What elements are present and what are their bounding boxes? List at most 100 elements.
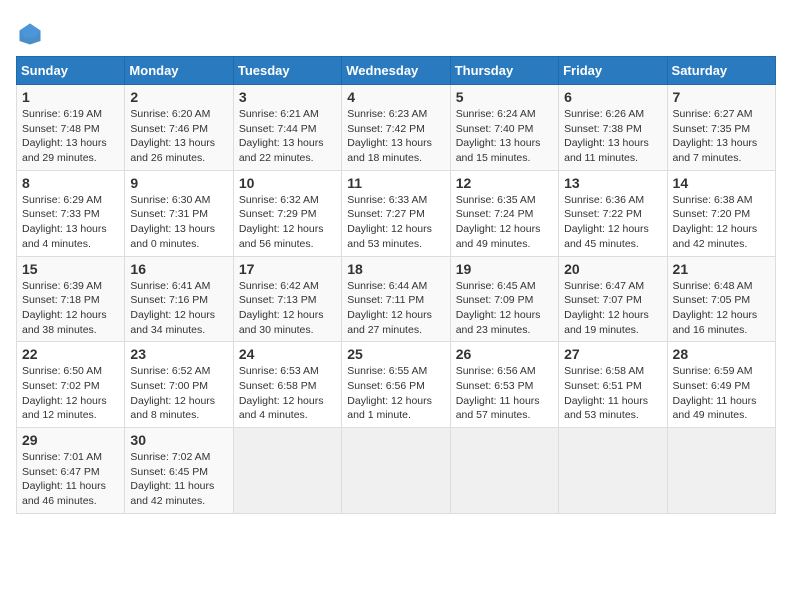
page-header — [16, 16, 776, 48]
calendar-cell: 30 Sunrise: 7:02 AMSunset: 6:45 PMDaylig… — [125, 428, 233, 514]
day-number: 22 — [22, 346, 119, 362]
day-info: Sunrise: 6:23 AMSunset: 7:42 PMDaylight:… — [347, 107, 444, 166]
calendar-cell — [667, 428, 775, 514]
day-info: Sunrise: 6:56 AMSunset: 6:53 PMDaylight:… — [456, 364, 553, 423]
day-info: Sunrise: 6:39 AMSunset: 7:18 PMDaylight:… — [22, 279, 119, 338]
day-number: 20 — [564, 261, 661, 277]
day-number: 18 — [347, 261, 444, 277]
calendar-cell: 18 Sunrise: 6:44 AMSunset: 7:11 PMDaylig… — [342, 256, 450, 342]
calendar-cell: 24 Sunrise: 6:53 AMSunset: 6:58 PMDaylig… — [233, 342, 341, 428]
day-number: 1 — [22, 89, 119, 105]
day-number: 29 — [22, 432, 119, 448]
day-info: Sunrise: 6:27 AMSunset: 7:35 PMDaylight:… — [673, 107, 770, 166]
day-info: Sunrise: 6:19 AMSunset: 7:48 PMDaylight:… — [22, 107, 119, 166]
calendar-cell — [450, 428, 558, 514]
day-header-saturday: Saturday — [667, 57, 775, 85]
calendar-cell: 8 Sunrise: 6:29 AMSunset: 7:33 PMDayligh… — [17, 170, 125, 256]
calendar-cell: 3 Sunrise: 6:21 AMSunset: 7:44 PMDayligh… — [233, 85, 341, 171]
calendar-cell: 13 Sunrise: 6:36 AMSunset: 7:22 PMDaylig… — [559, 170, 667, 256]
day-info: Sunrise: 6:38 AMSunset: 7:20 PMDaylight:… — [673, 193, 770, 252]
day-number: 26 — [456, 346, 553, 362]
calendar-cell: 21 Sunrise: 6:48 AMSunset: 7:05 PMDaylig… — [667, 256, 775, 342]
day-number: 27 — [564, 346, 661, 362]
calendar-cell — [233, 428, 341, 514]
calendar-table: SundayMondayTuesdayWednesdayThursdayFrid… — [16, 56, 776, 514]
day-info: Sunrise: 6:41 AMSunset: 7:16 PMDaylight:… — [130, 279, 227, 338]
day-number: 24 — [239, 346, 336, 362]
day-info: Sunrise: 6:44 AMSunset: 7:11 PMDaylight:… — [347, 279, 444, 338]
day-number: 10 — [239, 175, 336, 191]
calendar-cell: 27 Sunrise: 6:58 AMSunset: 6:51 PMDaylig… — [559, 342, 667, 428]
calendar-cell: 5 Sunrise: 6:24 AMSunset: 7:40 PMDayligh… — [450, 85, 558, 171]
day-info: Sunrise: 6:35 AMSunset: 7:24 PMDaylight:… — [456, 193, 553, 252]
calendar-cell: 12 Sunrise: 6:35 AMSunset: 7:24 PMDaylig… — [450, 170, 558, 256]
calendar-cell: 11 Sunrise: 6:33 AMSunset: 7:27 PMDaylig… — [342, 170, 450, 256]
day-number: 9 — [130, 175, 227, 191]
day-number: 14 — [673, 175, 770, 191]
day-number: 30 — [130, 432, 227, 448]
day-number: 6 — [564, 89, 661, 105]
day-info: Sunrise: 6:59 AMSunset: 6:49 PMDaylight:… — [673, 364, 770, 423]
day-info: Sunrise: 6:29 AMSunset: 7:33 PMDaylight:… — [22, 193, 119, 252]
calendar-cell: 4 Sunrise: 6:23 AMSunset: 7:42 PMDayligh… — [342, 85, 450, 171]
day-info: Sunrise: 7:02 AMSunset: 6:45 PMDaylight:… — [130, 450, 227, 509]
logo-icon — [16, 20, 44, 48]
calendar-cell: 2 Sunrise: 6:20 AMSunset: 7:46 PMDayligh… — [125, 85, 233, 171]
calendar-cell: 16 Sunrise: 6:41 AMSunset: 7:16 PMDaylig… — [125, 256, 233, 342]
calendar-cell — [342, 428, 450, 514]
calendar-week-2: 8 Sunrise: 6:29 AMSunset: 7:33 PMDayligh… — [17, 170, 776, 256]
calendar-cell: 28 Sunrise: 6:59 AMSunset: 6:49 PMDaylig… — [667, 342, 775, 428]
day-number: 13 — [564, 175, 661, 191]
day-number: 3 — [239, 89, 336, 105]
day-number: 7 — [673, 89, 770, 105]
day-info: Sunrise: 6:32 AMSunset: 7:29 PMDaylight:… — [239, 193, 336, 252]
day-info: Sunrise: 6:21 AMSunset: 7:44 PMDaylight:… — [239, 107, 336, 166]
day-number: 16 — [130, 261, 227, 277]
day-header-tuesday: Tuesday — [233, 57, 341, 85]
calendar-week-5: 29 Sunrise: 7:01 AMSunset: 6:47 PMDaylig… — [17, 428, 776, 514]
calendar-cell: 26 Sunrise: 6:56 AMSunset: 6:53 PMDaylig… — [450, 342, 558, 428]
day-number: 2 — [130, 89, 227, 105]
day-info: Sunrise: 7:01 AMSunset: 6:47 PMDaylight:… — [22, 450, 119, 509]
calendar-cell: 23 Sunrise: 6:52 AMSunset: 7:00 PMDaylig… — [125, 342, 233, 428]
day-number: 11 — [347, 175, 444, 191]
day-number: 28 — [673, 346, 770, 362]
day-info: Sunrise: 6:42 AMSunset: 7:13 PMDaylight:… — [239, 279, 336, 338]
calendar-cell — [559, 428, 667, 514]
calendar-week-1: 1 Sunrise: 6:19 AMSunset: 7:48 PMDayligh… — [17, 85, 776, 171]
day-header-sunday: Sunday — [17, 57, 125, 85]
day-header-thursday: Thursday — [450, 57, 558, 85]
day-info: Sunrise: 6:24 AMSunset: 7:40 PMDaylight:… — [456, 107, 553, 166]
day-number: 23 — [130, 346, 227, 362]
day-number: 4 — [347, 89, 444, 105]
day-header-friday: Friday — [559, 57, 667, 85]
logo — [16, 20, 48, 48]
day-number: 5 — [456, 89, 553, 105]
day-info: Sunrise: 6:48 AMSunset: 7:05 PMDaylight:… — [673, 279, 770, 338]
day-number: 12 — [456, 175, 553, 191]
day-number: 21 — [673, 261, 770, 277]
calendar-cell: 10 Sunrise: 6:32 AMSunset: 7:29 PMDaylig… — [233, 170, 341, 256]
day-info: Sunrise: 6:26 AMSunset: 7:38 PMDaylight:… — [564, 107, 661, 166]
calendar-cell: 9 Sunrise: 6:30 AMSunset: 7:31 PMDayligh… — [125, 170, 233, 256]
day-info: Sunrise: 6:58 AMSunset: 6:51 PMDaylight:… — [564, 364, 661, 423]
calendar-cell: 22 Sunrise: 6:50 AMSunset: 7:02 PMDaylig… — [17, 342, 125, 428]
day-number: 17 — [239, 261, 336, 277]
day-number: 15 — [22, 261, 119, 277]
day-info: Sunrise: 6:55 AMSunset: 6:56 PMDaylight:… — [347, 364, 444, 423]
day-header-monday: Monday — [125, 57, 233, 85]
calendar-cell: 25 Sunrise: 6:55 AMSunset: 6:56 PMDaylig… — [342, 342, 450, 428]
calendar-header-row: SundayMondayTuesdayWednesdayThursdayFrid… — [17, 57, 776, 85]
day-header-wednesday: Wednesday — [342, 57, 450, 85]
day-info: Sunrise: 6:33 AMSunset: 7:27 PMDaylight:… — [347, 193, 444, 252]
calendar-week-3: 15 Sunrise: 6:39 AMSunset: 7:18 PMDaylig… — [17, 256, 776, 342]
day-info: Sunrise: 6:45 AMSunset: 7:09 PMDaylight:… — [456, 279, 553, 338]
calendar-cell: 6 Sunrise: 6:26 AMSunset: 7:38 PMDayligh… — [559, 85, 667, 171]
calendar-cell: 29 Sunrise: 7:01 AMSunset: 6:47 PMDaylig… — [17, 428, 125, 514]
day-info: Sunrise: 6:30 AMSunset: 7:31 PMDaylight:… — [130, 193, 227, 252]
day-info: Sunrise: 6:20 AMSunset: 7:46 PMDaylight:… — [130, 107, 227, 166]
day-info: Sunrise: 6:53 AMSunset: 6:58 PMDaylight:… — [239, 364, 336, 423]
calendar-cell: 20 Sunrise: 6:47 AMSunset: 7:07 PMDaylig… — [559, 256, 667, 342]
calendar-cell: 14 Sunrise: 6:38 AMSunset: 7:20 PMDaylig… — [667, 170, 775, 256]
day-number: 19 — [456, 261, 553, 277]
